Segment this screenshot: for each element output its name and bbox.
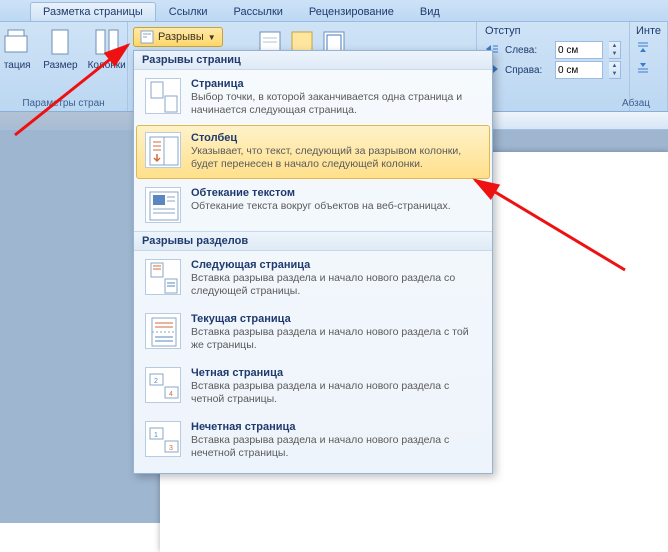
indent-left-label: Слева: <box>505 45 549 56</box>
orientation-label: тация <box>4 60 31 71</box>
breaks-button[interactable]: Разрывы ▼ <box>133 27 223 47</box>
tab-mailings[interactable]: Рассылки <box>221 2 296 21</box>
menu-item-page-title: Страница <box>191 78 481 90</box>
menu-item-oddpage[interactable]: 13 Нечетная страницаВставка разрыва разд… <box>136 414 490 467</box>
svg-text:2: 2 <box>154 378 158 385</box>
section-continuous-icon <box>145 313 181 349</box>
section-odd-icon: 13 <box>145 421 181 457</box>
menu-item-continuous-title: Текущая страница <box>191 313 481 325</box>
menu-header-section-breaks: Разрывы разделов <box>134 231 492 251</box>
spacing-title: Инте <box>636 25 661 37</box>
breaks-menu: Разрывы страниц СтраницаВыбор точки, в к… <box>133 50 493 474</box>
indent-right-spinner[interactable]: ▲▼ <box>609 61 621 79</box>
size-button[interactable]: Размер <box>41 24 79 73</box>
ribbon-tabstrip: Разметка страницы Ссылки Рассылки Реценз… <box>0 0 668 22</box>
indent-left-spinner[interactable]: ▲▼ <box>609 41 621 59</box>
indent-title: Отступ <box>485 25 621 37</box>
menu-item-page[interactable]: СтраницаВыбор точки, в которой заканчива… <box>136 71 490 124</box>
indent-left-input[interactable] <box>555 41 603 59</box>
menu-item-evenpage[interactable]: 24 Четная страницаВставка разрыва раздел… <box>136 360 490 413</box>
tab-view[interactable]: Вид <box>407 2 453 21</box>
section-even-icon: 24 <box>145 367 181 403</box>
chevron-down-icon: ▼ <box>208 33 216 42</box>
tab-page-layout[interactable]: Разметка страницы <box>30 2 156 21</box>
menu-item-column-desc: Указывает, что текст, следующий за разры… <box>191 145 481 171</box>
page-setup-group-label: Параметры стран <box>6 98 121 111</box>
svg-text:3: 3 <box>169 445 173 452</box>
menu-item-continuous-desc: Вставка разрыва раздела и начало нового … <box>191 326 481 352</box>
indent-right-input[interactable] <box>555 61 603 79</box>
menu-item-even-title: Четная страница <box>191 367 481 379</box>
menu-item-textwrap[interactable]: Обтекание текстомОбтекание текста вокруг… <box>136 180 490 230</box>
paragraph-group-label: Абзац <box>622 98 650 109</box>
menu-item-textwrap-title: Обтекание текстом <box>191 187 481 199</box>
section-nextpage-icon <box>145 259 181 295</box>
svg-text:1: 1 <box>154 432 158 439</box>
columns-button[interactable]: Колонки <box>86 24 128 73</box>
indent-group: Отступ Слева: ▲▼ Справа: ▲▼ <box>477 22 630 111</box>
menu-item-column-title: Столбец <box>191 132 481 144</box>
indent-right-label: Справа: <box>505 65 549 76</box>
size-icon <box>44 26 76 58</box>
spacing-before-icon <box>636 44 650 56</box>
menu-item-continuous[interactable]: Текущая страницаВставка разрыва раздела … <box>136 306 490 359</box>
menu-item-column[interactable]: СтолбецУказывает, что текст, следующий з… <box>136 125 490 178</box>
tab-links[interactable]: Ссылки <box>156 2 221 21</box>
menu-item-nextpage[interactable]: Следующая страницаВставка разрыва раздел… <box>136 252 490 305</box>
spacing-after-icon <box>636 65 650 77</box>
menu-item-textwrap-desc: Обтекание текста вокруг объектов на веб-… <box>191 200 481 213</box>
page-break-icon <box>145 78 181 114</box>
orientation-button[interactable]: тация <box>0 24 35 73</box>
menu-item-nextpage-desc: Вставка разрыва раздела и начало нового … <box>191 272 481 298</box>
menu-item-nextpage-title: Следующая страница <box>191 259 481 271</box>
columns-label: Колонки <box>88 60 126 71</box>
columns-icon <box>91 26 123 58</box>
menu-item-page-desc: Выбор точки, в которой заканчивается одн… <box>191 91 481 117</box>
orientation-icon <box>1 26 33 58</box>
breaks-icon <box>140 30 154 44</box>
menu-item-even-desc: Вставка разрыва раздела и начало нового … <box>191 380 481 406</box>
menu-item-odd-desc: Вставка разрыва раздела и начало нового … <box>191 434 481 460</box>
menu-item-odd-title: Нечетная страница <box>191 421 481 433</box>
menu-header-page-breaks: Разрывы страниц <box>134 51 492 70</box>
size-label: Размер <box>43 60 77 71</box>
svg-text:4: 4 <box>169 391 173 398</box>
column-break-icon <box>145 132 181 168</box>
textwrap-break-icon <box>145 187 181 223</box>
breaks-button-label: Разрывы <box>158 31 204 43</box>
tab-review[interactable]: Рецензирование <box>296 2 407 21</box>
